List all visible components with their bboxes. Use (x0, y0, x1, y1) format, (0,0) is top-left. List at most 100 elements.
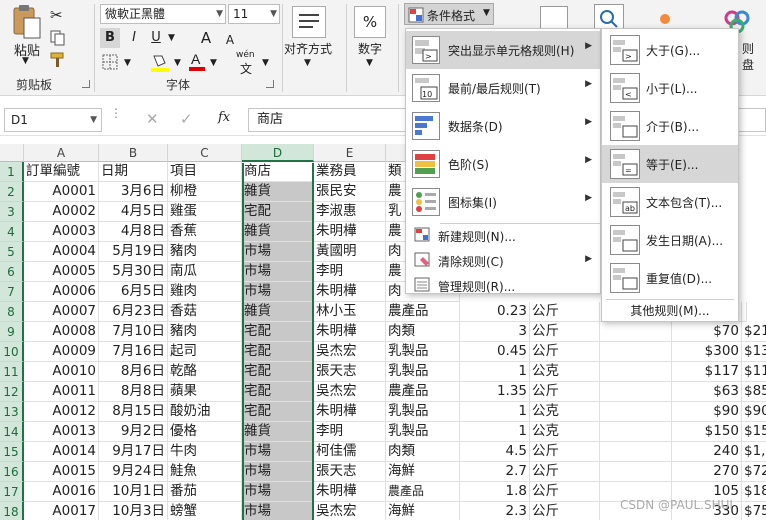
column-header-b[interactable]: B (99, 144, 168, 162)
table-cell[interactable]: 雞蛋 (168, 202, 242, 222)
header-cell[interactable]: 日期 (99, 162, 168, 182)
row-header[interactable]: 12 (0, 382, 24, 402)
table-cell[interactable] (600, 422, 672, 442)
menu-item-highlight-rules[interactable]: > 突出显示单元格规则(H) ▶ (406, 31, 600, 69)
row-header[interactable]: 10 (0, 342, 24, 362)
row-header[interactable]: 9 (0, 322, 24, 342)
bold-button[interactable]: B (100, 28, 120, 48)
row-header[interactable]: 4 (0, 222, 24, 242)
menu-item-color-scales[interactable]: 色阶(S) ▶ (406, 145, 600, 183)
table-cell[interactable]: 香蕉 (168, 222, 242, 242)
table-cell[interactable]: A0001 (24, 182, 99, 202)
table-cell[interactable]: 乳製品 (386, 342, 460, 362)
table-cell[interactable]: 海鮮 (386, 502, 460, 520)
table-cell[interactable] (600, 462, 672, 482)
alignment-button[interactable]: 对齐方式 (284, 40, 332, 57)
table-cell[interactable]: $90 (742, 402, 766, 422)
submenu-item-text-contains[interactable]: ab 文本包含(T)... (602, 183, 738, 221)
table-cell[interactable]: A0010 (24, 362, 99, 382)
row-header[interactable]: 2 (0, 182, 24, 202)
table-cell[interactable]: 朱明樺 (314, 282, 386, 302)
table-cell[interactable]: 公斤 (530, 382, 600, 402)
table-cell[interactable]: 270 (672, 462, 742, 482)
table-cell[interactable]: 吳杰宏 (314, 342, 386, 362)
table-cell[interactable]: 8月6日 (99, 362, 168, 382)
table-cell[interactable]: A0015 (24, 462, 99, 482)
table-cell[interactable]: 吳杰宏 (314, 382, 386, 402)
table-cell[interactable]: 1.35 (460, 382, 530, 402)
header-cell[interactable]: 業務員 (314, 162, 386, 182)
row-header[interactable]: 6 (0, 262, 24, 282)
alignment-icon[interactable] (292, 6, 326, 38)
table-cell[interactable]: 黃國明 (314, 242, 386, 262)
table-cell[interactable]: $150 (672, 422, 742, 442)
table-cell[interactable]: 8月15日 (99, 402, 168, 422)
menu-item-data-bars[interactable]: 数据条(D) ▶ (406, 107, 600, 145)
table-cell[interactable]: 乳製品 (386, 422, 460, 442)
table-cell[interactable]: A0007 (24, 302, 99, 322)
table-cell[interactable]: 柯佳儒 (314, 442, 386, 462)
table-cell[interactable]: 公斤 (530, 502, 600, 520)
table-cell[interactable]: 柳橙 (168, 182, 242, 202)
table-cell[interactable]: $150 (742, 422, 766, 442)
fill-color-dropdown-icon[interactable]: ▼ (174, 58, 181, 68)
table-cell[interactable]: 9月2日 (99, 422, 168, 442)
submenu-item-equal-to[interactable]: = 等于(E)... (602, 145, 738, 183)
table-cell[interactable]: A0009 (24, 342, 99, 362)
font-size-select[interactable]: 11 ▼ (228, 4, 280, 24)
table-cell[interactable]: 4月8日 (99, 222, 168, 242)
row-header[interactable]: 18 (0, 502, 24, 520)
more-rules-item[interactable]: 其他规则(M)... (602, 301, 738, 321)
fill-color-icon[interactable] (150, 52, 170, 75)
table-cell[interactable]: 2.3 (460, 502, 530, 520)
table-cell[interactable]: $90 (672, 402, 742, 422)
table-cell[interactable]: 5月30日 (99, 262, 168, 282)
table-cell[interactable]: 南瓜 (168, 262, 242, 282)
menu-item-manage-rules[interactable]: 管理规则(R)... (406, 273, 600, 298)
table-cell[interactable]: $300 (672, 342, 742, 362)
table-cell[interactable]: 1 (460, 402, 530, 422)
name-box[interactable]: D1 ▼ (4, 108, 102, 132)
table-cell[interactable]: 0.45 (460, 342, 530, 362)
table-cell[interactable]: $729 (742, 462, 766, 482)
table-cell[interactable]: 農產品 (386, 382, 460, 402)
table-cell[interactable]: 乾酪 (168, 362, 242, 382)
table-cell[interactable]: 1.8 (460, 482, 530, 502)
row-header[interactable]: 13 (0, 402, 24, 422)
row-header[interactable]: 15 (0, 442, 24, 462)
table-cell[interactable]: A0008 (24, 322, 99, 342)
table-cell[interactable]: A0005 (24, 262, 99, 282)
table-cell[interactable]: 吳杰宏 (314, 502, 386, 520)
table-cell[interactable]: 農產品 (386, 482, 460, 502)
table-cell[interactable]: $70 (672, 322, 742, 342)
table-cell[interactable]: 2.7 (460, 462, 530, 482)
table-cell[interactable]: 乳製品 (386, 402, 460, 422)
table-cell[interactable]: $759 (742, 502, 766, 520)
table-cell[interactable]: 鮭魚 (168, 462, 242, 482)
table-cell[interactable]: 10月1日 (99, 482, 168, 502)
column-header-e[interactable]: E (314, 144, 386, 162)
table-cell[interactable]: 4月5日 (99, 202, 168, 222)
column-header-a[interactable]: A (24, 144, 99, 162)
submenu-item-greater-than[interactable]: > 大于(G)... (602, 31, 738, 69)
table-cell[interactable]: A0006 (24, 282, 99, 302)
table-cell[interactable]: 公斤 (530, 302, 600, 322)
table-cell[interactable]: A0014 (24, 442, 99, 462)
table-cell[interactable]: 香菇 (168, 302, 242, 322)
table-cell[interactable] (600, 342, 672, 362)
row-header[interactable]: 1 (0, 162, 24, 182)
underline-dropdown-icon[interactable]: ▼ (168, 33, 175, 43)
table-cell[interactable]: 張天志 (314, 462, 386, 482)
table-cell[interactable]: 公斤 (530, 322, 600, 342)
table-cell[interactable]: A0002 (24, 202, 99, 222)
submenu-item-date-occurring[interactable]: 发生日期(A)... (602, 221, 738, 259)
clipboard-launcher-icon[interactable] (82, 80, 90, 88)
table-cell[interactable]: 張民安 (314, 182, 386, 202)
border-dropdown-icon[interactable]: ▼ (124, 58, 131, 68)
row-header[interactable]: 3 (0, 202, 24, 222)
table-cell[interactable]: 8月8日 (99, 382, 168, 402)
table-cell[interactable]: $63 (672, 382, 742, 402)
copy-icon[interactable] (50, 30, 66, 49)
table-cell[interactable]: 豬肉 (168, 242, 242, 262)
table-cell[interactable]: 朱明樺 (314, 482, 386, 502)
